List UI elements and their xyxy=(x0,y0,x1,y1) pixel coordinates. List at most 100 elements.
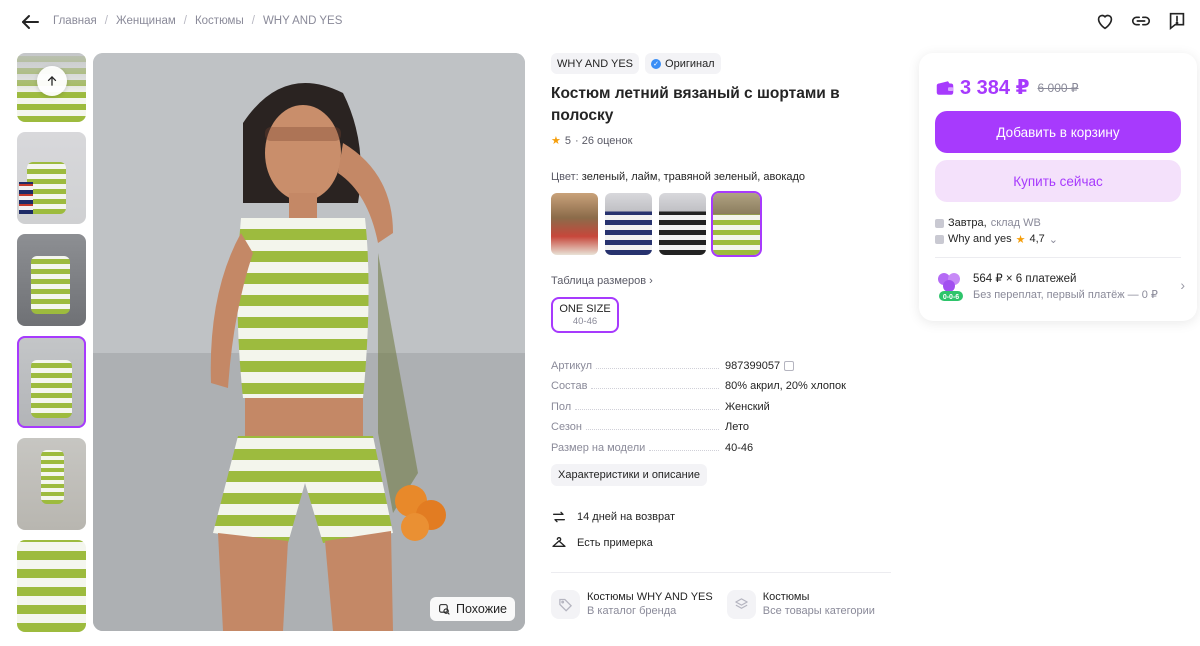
back-arrow-icon[interactable] xyxy=(18,10,42,34)
brand-catalog-link[interactable]: Костюмы WHY AND YES В каталог бренда xyxy=(551,589,713,619)
spec-key: Сезон xyxy=(551,421,582,433)
spec-value: Женский xyxy=(725,400,770,413)
spec-key: Пол xyxy=(551,400,572,413)
delivery-info: Завтра, склад WB Why and yes ★ 4,7 ⌄ xyxy=(935,215,1058,247)
chevron-down-icon: ⌄ xyxy=(1048,233,1058,246)
characteristics-button[interactable]: Характеристики и описание xyxy=(551,463,707,486)
return-arrows-icon xyxy=(553,511,565,522)
thumbnail-5[interactable] xyxy=(17,438,86,530)
spec-row: Сезон Лето xyxy=(551,413,896,433)
similar-button[interactable]: Похожие xyxy=(429,597,515,621)
wallet-icon xyxy=(936,80,954,95)
spec-key: Артикул xyxy=(551,359,593,372)
swatch-black-stripes[interactable] xyxy=(659,193,706,255)
shop-icon xyxy=(935,234,944,244)
brand-chip[interactable]: WHY AND YES xyxy=(551,53,640,74)
delivery-day: Завтра, xyxy=(948,217,987,229)
spec-row: Состав 80% акрил, 20% хлопок xyxy=(551,372,896,392)
installment-title: 564 ₽ × 6 платежей xyxy=(973,273,1077,285)
original-label: Оригинал xyxy=(665,57,715,70)
spec-row: Размер на модели 40-46 xyxy=(551,433,896,454)
swatch-red-stripes[interactable] xyxy=(551,193,598,255)
breadcrumb: Главная / Женщинам / Костюмы / WHY AND Y… xyxy=(53,15,342,27)
size-range: 40-46 xyxy=(572,316,598,327)
breadcrumb-brand[interactable]: WHY AND YES xyxy=(263,15,342,27)
similar-label: Похожие xyxy=(455,602,507,616)
category-title: Костюмы xyxy=(762,591,810,603)
delivery-row: Завтра, склад WB xyxy=(935,215,1058,231)
product-title: Костюм летний вязаный с шортами в полоск… xyxy=(551,85,840,124)
divider xyxy=(935,257,1181,258)
brand-name: WHY AND YES xyxy=(557,57,634,70)
color-label: Цвет: зеленый, лайм, травяной зеленый, а… xyxy=(551,171,896,183)
svg-text:0-0-6: 0-0-6 xyxy=(943,294,959,301)
main-product-image[interactable]: Похожие xyxy=(93,53,525,631)
feature-returns-label: 14 дней на возврат xyxy=(577,510,675,523)
star-icon: ★ xyxy=(1015,233,1026,246)
size-option[interactable]: ONE SIZE 40-46 xyxy=(551,297,619,333)
link-icon[interactable] xyxy=(1130,10,1152,32)
report-icon[interactable] xyxy=(1166,10,1188,32)
copy-icon[interactable] xyxy=(784,360,795,371)
buy-now-button[interactable]: Купить сейчас xyxy=(935,160,1181,202)
feature-fitting: Есть примерка xyxy=(551,530,896,556)
category-sub: Все товары категории xyxy=(762,605,875,617)
size-table-link[interactable]: Таблица размеров › xyxy=(551,275,896,287)
tag-icon xyxy=(551,589,580,619)
breadcrumb-home[interactable]: Главная xyxy=(53,15,97,27)
thumbnail-list xyxy=(17,53,87,642)
thumbnail-2[interactable] xyxy=(17,132,86,224)
brand-catalog-title: Костюмы WHY AND YES xyxy=(587,591,713,603)
features-list: 14 дней на возврат Есть примерка xyxy=(551,504,896,556)
feature-returns: 14 дней на возврат xyxy=(551,504,896,530)
spec-row: Пол Женский xyxy=(551,392,896,413)
top-actions xyxy=(1094,10,1188,32)
breadcrumb-women[interactable]: Женщинам xyxy=(116,15,176,27)
spec-key: Состав xyxy=(551,380,588,392)
scroll-up-button[interactable] xyxy=(37,66,67,96)
specs-list: Артикул 987399057 Состав 80% акрил, 20% хл… xyxy=(551,351,896,454)
seller-name: Why and yes xyxy=(948,233,1012,245)
rating-value: 5 xyxy=(564,134,571,147)
seller-row[interactable]: Why and yes ★ 4,7 ⌄ xyxy=(935,231,1058,247)
price-row: 3 384 ₽ 6 000 ₽ xyxy=(936,75,1079,100)
installment-block[interactable]: 0-0-6 564 ₽ × 6 платежей Без переплат, п… xyxy=(935,269,1185,303)
installment-sub: Без переплат, первый платёж — 0 ₽ xyxy=(973,289,1158,301)
thumbnail-4[interactable] xyxy=(17,336,86,428)
hanger-icon xyxy=(552,536,566,547)
check-badge-icon: ✓ xyxy=(651,58,662,69)
thumbnail-6[interactable] xyxy=(17,540,86,632)
category-link[interactable]: Костюмы Все товары категории xyxy=(726,589,875,619)
spec-value: 987399057 xyxy=(725,359,781,372)
original-badge[interactable]: ✓ Оригинал xyxy=(645,53,721,74)
arrow-up-icon xyxy=(47,76,57,86)
chevron-right-icon: › xyxy=(1180,277,1185,293)
product-info: WHY AND YES ✓ Оригинал Костюм летний вяз… xyxy=(551,53,896,619)
breadcrumb-separator: / xyxy=(183,15,187,27)
warehouse-icon xyxy=(935,218,944,228)
spec-row: Артикул 987399057 xyxy=(551,351,896,372)
delivery-warehouse: склад WB xyxy=(990,217,1041,229)
similar-search-icon xyxy=(439,603,450,615)
thumbnail-3[interactable] xyxy=(17,234,86,326)
add-to-cart-button[interactable]: Добавить в корзину xyxy=(935,111,1181,153)
buy-card: 3 384 ₽ 6 000 ₽ Добавить в корзину Купит… xyxy=(919,53,1197,321)
star-icon: ★ xyxy=(551,135,561,147)
spec-value: 80% акрил, 20% хлопок xyxy=(725,380,846,392)
spec-value: 40-46 xyxy=(725,441,754,454)
top-bar: Главная / Женщинам / Костюмы / WHY AND Y… xyxy=(0,0,1200,46)
feature-fitting-label: Есть примерка xyxy=(577,536,653,549)
rating-row[interactable]: ★ 5 · 26 оценок xyxy=(551,134,896,148)
layers-icon xyxy=(726,589,756,619)
breadcrumb-suits[interactable]: Костюмы xyxy=(195,15,244,27)
current-price: 3 384 ₽ xyxy=(960,77,1030,99)
divider xyxy=(551,571,891,573)
swatch-green-stripes[interactable] xyxy=(711,191,762,257)
category-links: Костюмы WHY AND YES В каталог бренда Кост… xyxy=(551,589,896,619)
color-label-key: Цвет: xyxy=(551,171,579,183)
heart-icon[interactable] xyxy=(1094,10,1116,32)
swatch-navy-stripes[interactable] xyxy=(605,193,652,255)
brand-row: WHY AND YES ✓ Оригинал xyxy=(551,53,896,74)
seller-rating: 4,7 xyxy=(1029,233,1045,245)
installment-icon: 0-0-6 xyxy=(935,269,963,303)
